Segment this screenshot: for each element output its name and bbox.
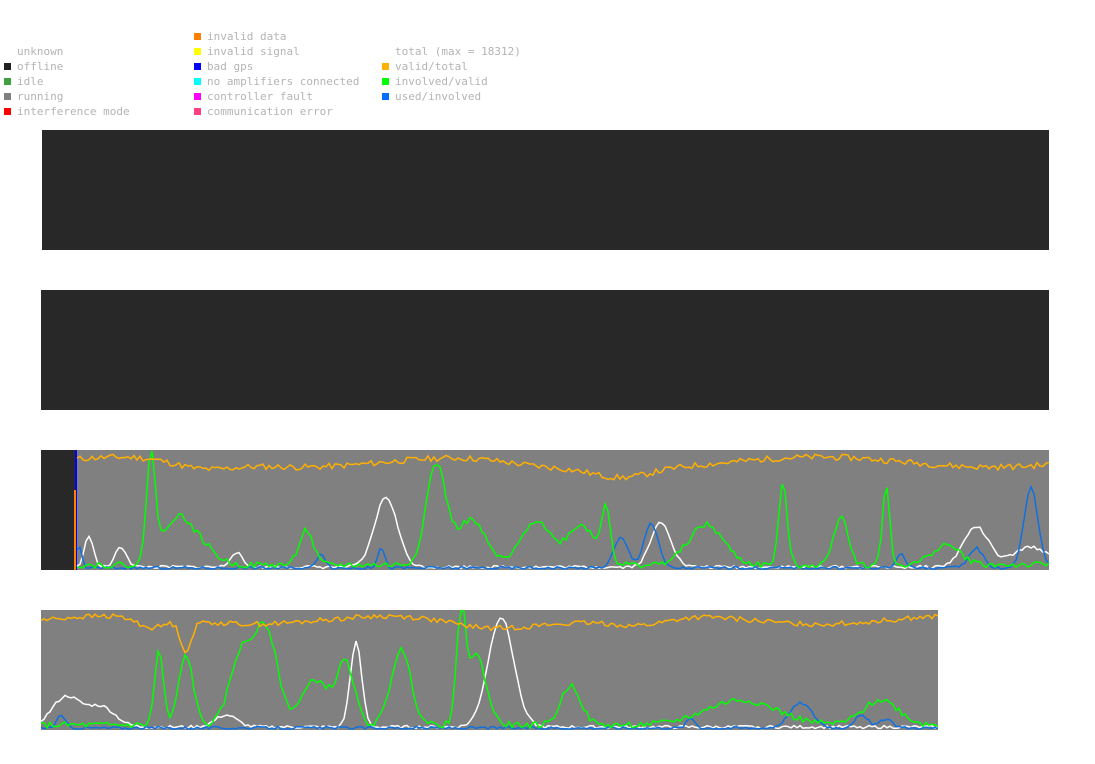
offline-region: [41, 290, 1049, 410]
legend-label: no amplifiers connected: [207, 75, 360, 88]
legend-item-used-involved: used/involved: [382, 89, 521, 104]
legend-item-offline: offline: [4, 59, 130, 74]
invalid-data-marker: [74, 490, 76, 570]
status-panel-4: [41, 610, 938, 730]
interference-mode-swatch-icon: [4, 108, 11, 115]
legend-item-involved-valid: involved/valid: [382, 74, 521, 89]
involved-valid-swatch-icon: [382, 78, 389, 85]
legend-item-valid-total: valid/total: [382, 59, 521, 74]
communication-error-swatch-icon: [194, 108, 201, 115]
legend-item-idle: idle: [4, 74, 130, 89]
legend-item-total: total (max = 18312): [382, 44, 521, 59]
legend-label: invalid signal: [207, 45, 300, 58]
legend-item-unknown: unknown: [4, 44, 130, 59]
invalid-data-swatch-icon: [194, 33, 201, 40]
status-panel-3-plot: [41, 450, 1049, 570]
legend-ratios-group: total (max = 18312) valid/total involved…: [382, 44, 521, 104]
legend-label: running: [17, 90, 64, 103]
legend-label: used/involved: [395, 90, 482, 103]
status-panel-1: [42, 130, 1049, 250]
legend-item-invalid-signal: invalid signal: [194, 44, 359, 59]
legend-item-communication-error: communication error: [194, 104, 359, 119]
legend-label: idle: [17, 75, 44, 88]
legend-errors-group: invalid data invalid signal bad gps no a…: [194, 29, 359, 119]
bad-gps-swatch-icon: [194, 63, 201, 70]
status-panel-3: [41, 450, 1049, 570]
legend-label: offline: [17, 60, 64, 73]
offline-region: [42, 130, 1049, 250]
legend-label: total (max = 18312): [395, 45, 521, 58]
legend-item-controller-fault: controller fault: [194, 89, 359, 104]
controller-fault-swatch-icon: [194, 93, 201, 100]
legend-label: invalid data: [207, 30, 287, 43]
legend-label: interference mode: [17, 105, 130, 118]
invalid-signal-swatch-icon: [194, 48, 201, 55]
offline-swatch-icon: [4, 63, 11, 70]
no-amplifiers-swatch-icon: [194, 78, 201, 85]
status-panel-1-plot: [42, 130, 1049, 250]
idle-swatch-icon: [4, 78, 11, 85]
legend-item-invalid-data: invalid data: [194, 29, 359, 44]
status-panel-2: [41, 290, 1049, 410]
status-panel-4-plot: [41, 610, 938, 730]
legend-status-group: unknown offline idle running interferenc…: [4, 44, 130, 119]
legend-item-bad-gps: bad gps: [194, 59, 359, 74]
legend-label: unknown: [17, 45, 64, 58]
legend-label: bad gps: [207, 60, 254, 73]
legend-label: controller fault: [207, 90, 313, 103]
used-involved-swatch-icon: [382, 93, 389, 100]
valid-total-swatch-icon: [382, 63, 389, 70]
legend-label: valid/total: [395, 60, 468, 73]
offline-region: [41, 450, 76, 570]
running-swatch-icon: [4, 93, 11, 100]
legend-item-interference-mode: interference mode: [4, 104, 130, 119]
status-panel-2-plot: [41, 290, 1049, 410]
legend-label: communication error: [207, 105, 333, 118]
legend-label: involved/valid: [395, 75, 488, 88]
legend-item-no-amplifiers: no amplifiers connected: [194, 74, 359, 89]
running-region: [41, 450, 1049, 570]
legend-item-running: running: [4, 89, 130, 104]
